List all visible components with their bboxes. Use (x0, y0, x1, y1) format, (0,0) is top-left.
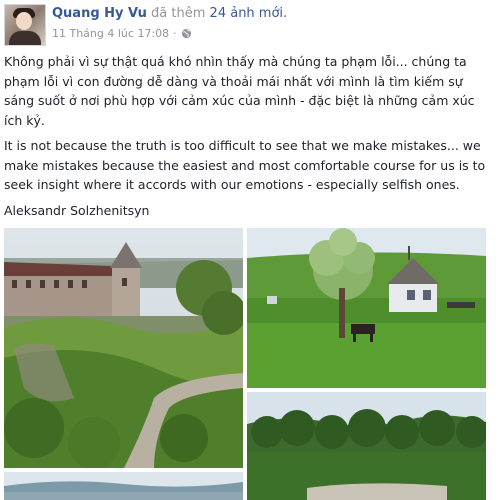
photo-grid (0, 228, 500, 500)
action-text: đã thêm (151, 6, 206, 21)
photos-count-link[interactable]: 24 ảnh mới. (210, 6, 288, 21)
post-meta: 11 Tháng 4 lúc 17:08 · (52, 27, 192, 40)
post-paragraph-vietnamese: Không phải vì sự thật quá khó nhìn thấy … (4, 54, 475, 128)
photo-forest[interactable] (247, 392, 486, 500)
meta-separator: · (173, 27, 177, 40)
post-body: Không phải vì sự thật quá khó nhìn thấy … (4, 52, 494, 226)
globe-icon[interactable] (181, 28, 192, 39)
photo-castle[interactable] (4, 228, 243, 468)
author-name-link[interactable]: Quang Hy Vu (52, 6, 147, 21)
post-paragraph-english: It is not because the truth is too diffi… (4, 138, 486, 192)
post-header: Quang Hy Vu đã thêm 24 ảnh mới. 11 Tháng… (0, 0, 500, 46)
post-timestamp-link[interactable]: 11 Tháng 4 lúc 17:08 (52, 27, 169, 40)
post-paragraph-author: Aleksandr Solzhenitsyn (4, 202, 150, 218)
photo-farmhouse[interactable] (247, 228, 486, 388)
post-headline: Quang Hy Vu đã thêm 24 ảnh mới. (52, 6, 287, 21)
photo-landscape[interactable] (4, 472, 243, 500)
author-avatar[interactable] (4, 4, 46, 46)
